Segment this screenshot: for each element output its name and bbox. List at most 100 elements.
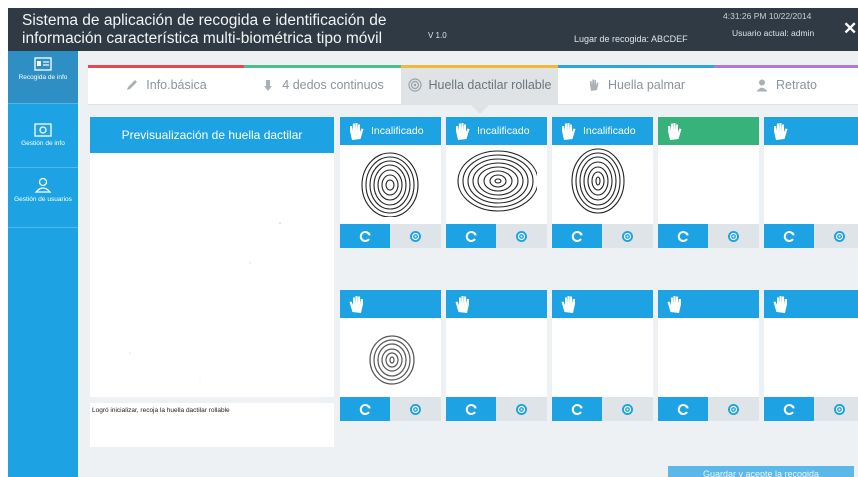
rescan-button[interactable] xyxy=(764,224,814,248)
finger-card-actions xyxy=(446,397,547,421)
tab-color-bar xyxy=(401,65,558,68)
fingerprint-view-icon xyxy=(728,230,739,242)
main-content: Info.básica 4 dedos continuos Huella dac… xyxy=(78,51,858,477)
finger-status: Incalificado xyxy=(371,125,424,137)
finger-status: Incalificado xyxy=(477,125,530,137)
document-icon xyxy=(34,123,52,137)
tab-bar: Info.básica 4 dedos continuos Huella dac… xyxy=(88,65,858,114)
finger-card-header: Incalificado xyxy=(446,117,547,145)
tab-label: Huella dactilar rollable xyxy=(428,78,552,92)
pencil-icon xyxy=(127,80,138,90)
rescan-button[interactable] xyxy=(552,224,602,248)
current-user: Usuario actual: admin xyxy=(732,28,815,38)
finger-card-header: Incalificado xyxy=(552,117,653,145)
rescan-button[interactable] xyxy=(340,224,390,248)
sidebar-item-info-collection[interactable]: Recogida de info xyxy=(8,51,85,103)
finger-card xyxy=(340,290,441,421)
refresh-icon xyxy=(359,403,370,415)
version-label: V 1.0 xyxy=(428,31,447,40)
view-button[interactable] xyxy=(496,397,547,421)
rescan-button[interactable] xyxy=(552,397,602,421)
tab-label: 4 dedos continuos xyxy=(282,78,384,92)
app-window: Sistema de aplicación de recogida e iden… xyxy=(0,0,858,477)
fingerprint-image xyxy=(457,150,537,212)
rescan-button[interactable] xyxy=(340,397,390,421)
finger-card: Incalificado xyxy=(446,117,547,248)
close-button[interactable]: ✕ xyxy=(843,20,857,38)
collection-location: Lugar de recogida: ABCDEF xyxy=(574,34,688,44)
tab-rollable-fingerprint[interactable]: Huella dactilar rollable xyxy=(401,65,558,114)
hand-icon xyxy=(668,122,682,140)
sidebar-item-info-management[interactable]: Gestión de info xyxy=(8,117,78,169)
hand-icon xyxy=(456,122,470,140)
finger-card: Incalificado xyxy=(552,117,653,248)
fingerprint-icon xyxy=(407,78,422,92)
finger-card-header xyxy=(446,290,547,318)
view-button[interactable] xyxy=(708,397,759,421)
active-tab-caret xyxy=(470,105,489,114)
finger-card-actions xyxy=(552,397,653,421)
fingerprint-view-icon xyxy=(516,230,527,242)
finger-card-header xyxy=(658,290,759,318)
finger-card-actions xyxy=(446,224,547,248)
fingerprint-view-icon xyxy=(410,230,421,242)
finger-card-actions xyxy=(658,397,759,421)
tab-four-fingers[interactable]: 4 dedos continuos xyxy=(244,65,401,105)
hand-icon xyxy=(773,295,787,313)
refresh-icon xyxy=(571,403,582,415)
title-bar: Sistema de aplicación de recogida e iden… xyxy=(8,8,858,51)
view-button[interactable] xyxy=(602,397,653,421)
sidebar-item-user-management[interactable]: Gestión de usuarios xyxy=(8,171,78,223)
finger-card-header xyxy=(552,290,653,318)
view-button[interactable] xyxy=(390,224,441,248)
hand-down-icon xyxy=(264,80,273,91)
view-button[interactable] xyxy=(814,224,858,248)
rescan-button[interactable] xyxy=(446,224,496,248)
finger-card-header xyxy=(764,290,858,318)
hand-icon xyxy=(774,122,788,140)
tab-label: Info.básica xyxy=(146,78,207,92)
finger-card: Incalificado xyxy=(340,117,441,248)
finger-card xyxy=(764,290,858,421)
tab-portrait[interactable]: Retrato xyxy=(714,65,858,105)
finger-card xyxy=(764,117,858,248)
rescan-button[interactable] xyxy=(658,224,708,248)
view-button[interactable] xyxy=(602,224,653,248)
finger-card-header xyxy=(658,117,759,145)
hand-icon xyxy=(350,122,364,140)
view-button[interactable] xyxy=(814,397,858,421)
fingerprint-view-icon xyxy=(834,403,845,415)
view-button[interactable] xyxy=(496,224,547,248)
sidebar-item-label: Recogida de info xyxy=(18,74,68,81)
refresh-icon xyxy=(677,230,688,242)
view-button[interactable] xyxy=(390,397,441,421)
finger-card-actions xyxy=(340,224,441,248)
refresh-icon xyxy=(783,230,794,242)
rescan-button[interactable] xyxy=(658,397,708,421)
refresh-icon xyxy=(359,230,370,242)
hand-icon xyxy=(349,295,363,313)
fingerprint-view-icon xyxy=(728,403,739,415)
view-button[interactable] xyxy=(708,224,759,248)
tab-basic-info[interactable]: Info.básica xyxy=(88,65,244,105)
status-message: Logró inicializar, recoja la huella dact… xyxy=(92,407,230,414)
hand-icon xyxy=(562,122,576,140)
tab-label: Huella palmar xyxy=(607,78,686,92)
finger-card-actions xyxy=(340,397,441,421)
tab-palm-print[interactable]: Huella palmar xyxy=(558,65,714,105)
tab-color-bar xyxy=(714,65,858,68)
fingerprint-preview-panel: Previsualización de huella dactilar xyxy=(90,117,334,397)
save-collection-button[interactable]: Guardar y acepte la recogida xyxy=(668,466,854,477)
rescan-button[interactable] xyxy=(764,397,814,421)
datetime-label: 4:31:26 PM 10/22/2014 xyxy=(723,11,812,21)
rescan-button[interactable] xyxy=(446,397,496,421)
finger-card xyxy=(658,290,759,421)
preview-title: Previsualización de huella dactilar xyxy=(90,117,334,153)
sidebar-divider xyxy=(8,103,78,104)
tab-label: Retrato xyxy=(776,78,817,92)
finger-card-actions xyxy=(552,224,653,248)
finger-card-actions xyxy=(764,397,858,421)
palm-icon xyxy=(589,79,599,91)
finger-card xyxy=(658,117,759,248)
fingerprint-view-icon xyxy=(622,403,633,415)
